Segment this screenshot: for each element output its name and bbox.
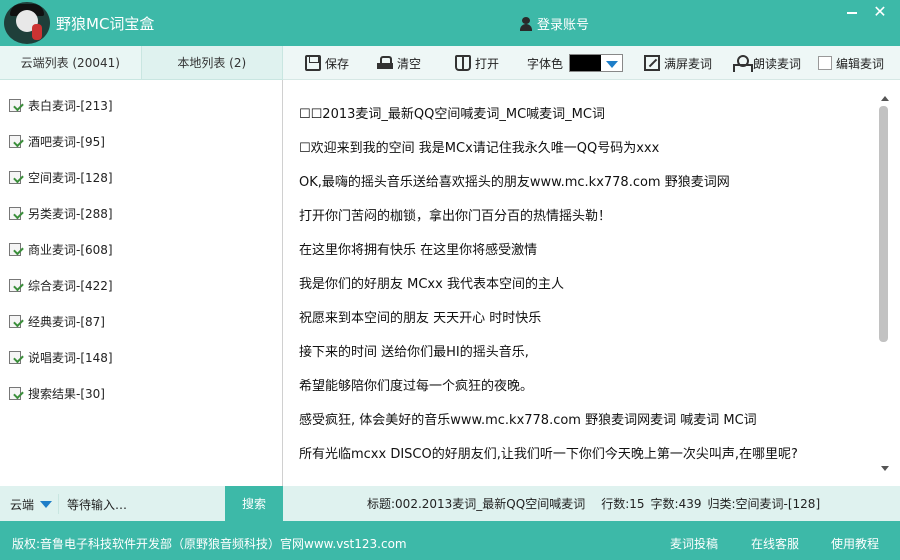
clear-label: 清空 (397, 56, 422, 71)
copyright-text: 版权:音鲁电子科技软件开发部（原野狼音频科技）官网www.vst123.com (12, 537, 407, 551)
editor-line: 接下来的时间 送给你们最HI的摇头音乐, (299, 345, 529, 360)
category-label: 综合麦词-[422] (28, 278, 113, 293)
close-button[interactable]: ✕ (868, 1, 892, 21)
tab-local-list[interactable]: 本地列表 (2) (142, 46, 283, 79)
editor-line: 打开你门苦闷的枷锁，拿出你门百分百的热情摇头勒！ (299, 209, 612, 224)
edit-checkbox[interactable] (818, 56, 832, 70)
read-aloud-label: 朗读麦词 (753, 56, 802, 71)
edit-toggle[interactable]: 编辑麦词 (818, 46, 884, 80)
category-label: 酒吧麦词-[95] (28, 134, 105, 149)
open-label: 打开 (475, 56, 500, 71)
status-char-count: 字数:439 (650, 497, 702, 511)
scroll-thumb[interactable] (879, 106, 888, 342)
font-color-dropdown-icon[interactable] (601, 54, 623, 72)
editor-line: OK,最嗨的摇头音乐送给喜欢摇头的朋友www.mc.kx778.com 野狼麦词… (299, 175, 730, 190)
editor-line: ☐☐2013麦词_最新QQ空间喊麦词_MC喊麦词_MC词 (299, 107, 605, 122)
online-support-link[interactable]: 在线客服 (751, 535, 799, 552)
category-item[interactable]: 经典麦词-[87] (8, 311, 105, 331)
checked-doc-icon (8, 206, 24, 220)
category-label: 商业麦词-[608] (28, 242, 113, 257)
scroll-down-icon[interactable] (881, 466, 889, 471)
checked-doc-icon (8, 242, 24, 256)
submit-lyrics-link[interactable]: 麦词投稿 (670, 535, 718, 552)
category-label: 空间麦词-[128] (28, 170, 113, 185)
chevron-down-icon[interactable] (40, 501, 52, 508)
font-color-label: 字体色 (527, 56, 564, 71)
save-label: 保存 (325, 56, 350, 71)
editor-scrollbar[interactable] (878, 96, 892, 476)
category-label: 经典麦词-[87] (28, 314, 105, 329)
editor-line: 我是你们的好朋友 MCxx 我代表本空间的主人 (299, 277, 564, 292)
status-title: 标题:002.2013麦词_最新QQ空间喊麦词 (367, 497, 586, 511)
search-input[interactable] (58, 494, 222, 514)
category-item[interactable]: 空间麦词-[128] (8, 167, 113, 187)
minimize-icon (847, 12, 857, 14)
minimize-button[interactable] (840, 2, 864, 20)
editor-line: 祝愿来到本空间的朋友 天天开心 时时快乐 (299, 311, 542, 326)
status-category: 归类:空间麦词-[128] (707, 497, 821, 511)
category-label: 搜索结果-[30] (28, 386, 105, 401)
footer-bar: 版权:音鲁电子科技软件开发部（原野狼音频科技）官网www.vst123.com … (0, 521, 900, 560)
lyrics-editor[interactable]: ☐☐2013麦词_最新QQ空间喊麦词_MC喊麦词_MC词 ☐欢迎来到我的空间 我… (283, 80, 900, 486)
editor-line: 所有光临mcxx DISCO的好朋友们,让我们听一下你们今天晚上第一次尖叫声,在… (299, 447, 798, 462)
checked-doc-icon (8, 350, 24, 364)
status-line-count: 行数:15 (601, 497, 645, 511)
category-item[interactable]: 表白麦词-[213] (8, 95, 113, 115)
fullscreen-button[interactable]: 满屏麦词 (644, 46, 712, 80)
close-icon: ✕ (873, 1, 887, 21)
checked-doc-icon (8, 386, 24, 400)
status-bar: 标题:002.2013麦词_最新QQ空间喊麦词 行数:15 字数:439 归类:… (283, 486, 900, 521)
category-item[interactable]: 搜索结果-[30] (8, 383, 105, 403)
category-item[interactable]: 酒吧麦词-[95] (8, 131, 105, 151)
category-item[interactable]: 综合麦词-[422] (8, 275, 113, 295)
fullscreen-label: 满屏麦词 (664, 56, 713, 71)
category-label: 表白麦词-[213] (28, 98, 113, 113)
editor-line: 感受疯狂, 体会美好的音乐www.mc.kx778.com 野狼麦词网麦词 喊麦… (299, 413, 757, 428)
editor-line: 希望能够陪你们度过每一个疯狂的夜晚。 (299, 379, 534, 394)
fullscreen-icon (644, 55, 660, 71)
category-item[interactable]: 说唱麦词-[148] (8, 347, 113, 367)
read-aloud-button[interactable]: 朗读麦词 (733, 46, 801, 80)
scroll-up-icon[interactable] (881, 96, 889, 101)
search-scope-select[interactable]: 云端 (10, 496, 34, 513)
save-icon (305, 55, 321, 71)
category-item[interactable]: 另类麦词-[288] (8, 203, 113, 223)
editor-line: ☐欢迎来到我的空间 我是MCx请记住我永久唯一QQ号码为xxx (299, 141, 660, 156)
checked-doc-icon (8, 134, 24, 148)
app-logo (4, 2, 50, 44)
category-list: 表白麦词-[213] 酒吧麦词-[95] 空间麦词-[128] 另类麦词-[28… (0, 80, 283, 486)
clear-button[interactable]: 清空 (377, 46, 421, 80)
save-button[interactable]: 保存 (305, 46, 349, 80)
category-item[interactable]: 商业麦词-[608] (8, 239, 113, 259)
clear-icon (377, 55, 393, 71)
open-button[interactable]: 打开 (455, 46, 499, 80)
category-label: 说唱麦词-[148] (28, 350, 113, 365)
checked-doc-icon (8, 314, 24, 328)
tutorial-link[interactable]: 使用教程 (831, 535, 879, 552)
list-tabs: 云端列表 (20041) 本地列表 (2) (0, 46, 283, 80)
title-bar: 野狼MC词宝盒 登录账号 ✕ (0, 0, 900, 46)
category-label: 另类麦词-[288] (28, 206, 113, 221)
login-button[interactable]: 登录账号 (520, 14, 589, 33)
user-icon (520, 16, 532, 31)
app-title: 野狼MC词宝盒 (56, 15, 155, 33)
checked-doc-icon (8, 98, 24, 112)
editor-toolbar: 保存 清空 打开 字体色 满屏麦词 朗读麦词 编辑麦词 (283, 46, 900, 80)
checked-doc-icon (8, 170, 24, 184)
editor-line: 在这里你将拥有快乐 在这里你将感受激情 (299, 243, 538, 258)
tab-cloud-list[interactable]: 云端列表 (20041) (0, 46, 142, 79)
open-icon (455, 55, 471, 71)
login-label: 登录账号 (537, 18, 590, 33)
search-button[interactable]: 搜索 (225, 486, 283, 521)
checked-doc-icon (8, 278, 24, 292)
read-aloud-icon (733, 55, 753, 72)
edit-label: 编辑麦词 (836, 56, 885, 71)
